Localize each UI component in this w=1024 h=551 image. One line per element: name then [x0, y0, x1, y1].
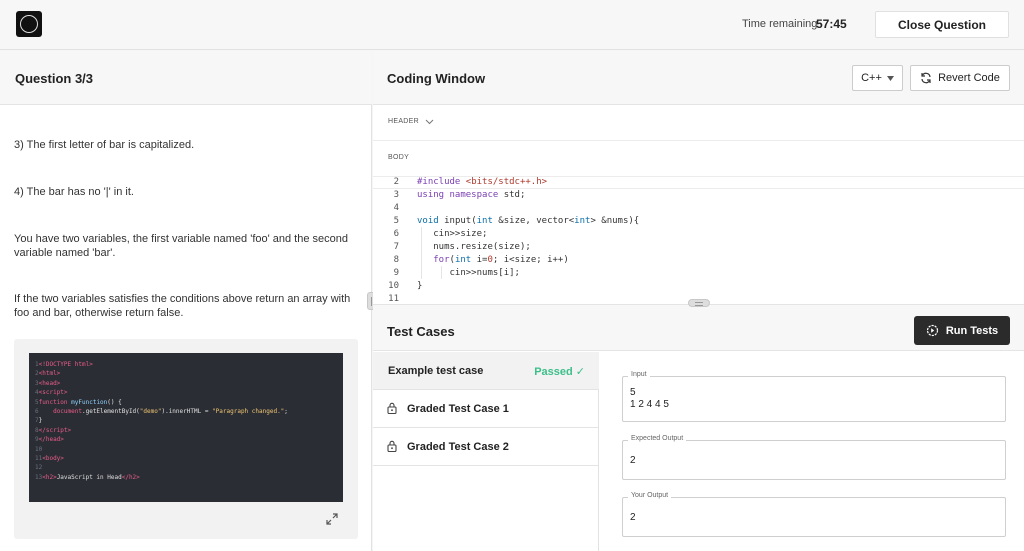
code-editor[interactable]: 2 #include <bits/stdc++.h> 3 using names…	[373, 175, 1024, 304]
header-section-toggle[interactable]: HEADER	[388, 118, 434, 125]
test-case-name: Graded Test Case 1	[407, 403, 509, 415]
lock-icon	[387, 440, 397, 452]
refresh-icon	[921, 72, 931, 84]
chevron-down-icon	[886, 75, 894, 81]
question-paragraph: 4) The bar has no '|' in it.	[14, 186, 134, 198]
code-line: 9 cin>>nums[i];	[373, 267, 1024, 280]
test-case-list: Example test case Passed ✓ Graded Test C…	[373, 352, 599, 551]
run-tests-label: Run Tests	[945, 324, 999, 337]
test-case-status: Passed ✓	[534, 366, 585, 378]
coding-header: Coding Window C++ Revert Code	[373, 51, 1024, 105]
test-case-detail: Input 5 1 2 4 4 5 Expected Output 2 Your…	[600, 352, 1024, 551]
input-field-value: 5 1 2 4 4 5	[630, 387, 669, 410]
language-select-value: C++	[861, 72, 882, 84]
expected-output-label: Expected Output	[628, 435, 687, 442]
your-output-label: Your Output	[628, 492, 672, 499]
code-line: 7 nums.resize(size);	[373, 241, 1024, 254]
language-select[interactable]: C++	[852, 65, 903, 91]
test-case-item[interactable]: Example test case Passed ✓	[373, 352, 599, 390]
question-title: Question 3/3	[15, 71, 94, 86]
input-field: Input 5 1 2 4 4 5	[622, 371, 1006, 422]
line-number: 2	[393, 177, 399, 187]
logo-icon	[16, 11, 42, 37]
question-paragraph: If the two variables satisfies the condi…	[14, 293, 351, 319]
test-case-item[interactable]: Graded Test Case 1	[373, 390, 599, 428]
expand-icon[interactable]	[324, 511, 340, 527]
code-line: 2 #include <bits/stdc++.h>	[373, 176, 1024, 189]
code-line: 5 void input(int &size, vector<int> &num…	[373, 215, 1024, 228]
top-bar: Time remaining 57:45 Close Question	[0, 0, 1024, 50]
coding-window-title: Coding Window	[387, 71, 486, 86]
your-output-value: 2	[630, 512, 636, 523]
code-line: 8 for(int i=0; i<size; i++)	[373, 254, 1024, 267]
question-pane: Question 3/3 3) The first letter of bar …	[0, 51, 372, 551]
line-number: 7	[393, 242, 399, 252]
code-example-image: 1<!DOCTYPE html> 2<html> 3<head> 4<scrip…	[29, 353, 343, 502]
section-divider	[373, 140, 1024, 141]
revert-code-button[interactable]: Revert Code	[910, 65, 1010, 91]
line-number: 3	[393, 190, 399, 200]
expected-output-field: Expected Output 2	[622, 435, 1006, 480]
test-cases-header: Test Cases Run Tests	[373, 304, 1024, 351]
code-example-card: 1<!DOCTYPE html> 2<html> 3<head> 4<scrip…	[14, 339, 358, 539]
run-tests-button[interactable]: Run Tests	[914, 316, 1010, 345]
question-header: Question 3/3	[0, 51, 372, 105]
test-case-item[interactable]: Graded Test Case 2	[373, 428, 599, 466]
line-number: 10	[388, 281, 399, 291]
time-remaining-value: 57:45	[816, 17, 847, 31]
line-number: 5	[393, 216, 399, 226]
code-line: 3 using namespace std;	[373, 189, 1024, 202]
horizontal-resize-handle[interactable]	[688, 299, 710, 307]
test-case-name: Graded Test Case 2	[407, 441, 509, 453]
revert-code-label: Revert Code	[938, 72, 1000, 84]
test-cases-title: Test Cases	[387, 324, 455, 339]
input-field-label: Input	[628, 371, 650, 378]
code-line: 4	[373, 202, 1024, 215]
line-number: 8	[393, 255, 399, 265]
chevron-down-icon	[425, 119, 434, 124]
coding-pane: Coding Window C++ Revert Code HEADER BOD…	[373, 51, 1024, 551]
body-section-label: BODY	[388, 154, 410, 161]
question-paragraph: 3) The first letter of bar is capitalize…	[14, 139, 195, 151]
line-number: 4	[393, 203, 399, 213]
time-remaining-label: Time remaining	[742, 18, 818, 30]
line-number: 9	[393, 268, 399, 278]
code-line: 10 }	[388, 281, 423, 291]
expected-output-value: 2	[630, 455, 636, 466]
question-paragraph: You have two variables, the first variab…	[14, 233, 349, 259]
close-question-button[interactable]: Close Question	[875, 11, 1009, 38]
header-section-label: HEADER	[388, 118, 419, 125]
line-number: 6	[393, 229, 399, 239]
test-case-name: Example test case	[388, 365, 484, 377]
lock-icon	[387, 402, 397, 414]
code-line: 6 cin>>size;	[373, 228, 1024, 241]
your-output-field: Your Output 2	[622, 492, 1006, 537]
gear-play-icon	[926, 324, 938, 337]
